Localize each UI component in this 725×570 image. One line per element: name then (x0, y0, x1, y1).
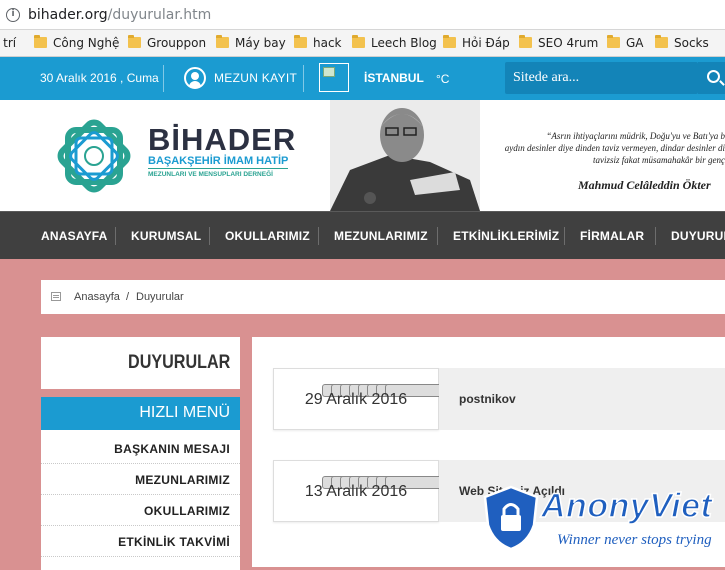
nav-item-etkinliklerimiz[interactable]: ETKİNLİKLERİMİZ (453, 229, 559, 243)
logo-icon[interactable] (46, 108, 142, 204)
bookmark-item[interactable]: i trí (0, 36, 16, 50)
divider (115, 227, 116, 245)
nav-item-mezunlarimiz[interactable]: MEZUNLARIMIZ (334, 229, 428, 243)
breadcrumb-home[interactable]: Anasayfa (74, 291, 120, 303)
folder-icon (34, 35, 47, 48)
news-date: 13 Aralık 2016 (304, 483, 408, 500)
watermark-title: AnonyViet (540, 486, 713, 526)
weather-image-icon (319, 63, 349, 92)
quote-text: “Asrın ihtiyaçlarını müdrik, Doğu'yu ve … (504, 131, 725, 165)
news-date-card: 29 Aralık 2016 (273, 368, 549, 430)
sidebar-item-baskanin-mesaji[interactable]: BAŞKANIN MESAJI (41, 433, 240, 464)
calendar-rings-icon (322, 362, 549, 397)
home-icon (51, 292, 61, 301)
sidebar-title: DUYURULAR (41, 337, 240, 389)
news-date: 29 Aralık 2016 (304, 391, 408, 408)
bookmark-item[interactable]: Hỏi Đáp (443, 35, 510, 50)
nav-item-duyurular[interactable]: DUYURUL (671, 229, 725, 243)
nav-item-firmalar[interactable]: FİRMALAR (580, 229, 644, 243)
brand-name[interactable]: BİHADER (148, 124, 296, 155)
site-header: BİHADER BAŞAKŞEHİR İMAM HATİP MEZUNLARI … (0, 100, 725, 211)
news-title[interactable]: postnikov (459, 392, 516, 406)
quick-menu-header: HIZLI MENÜ (41, 397, 240, 430)
bookmark-item[interactable]: GA (607, 35, 644, 50)
search-button[interactable] (698, 62, 725, 94)
register-link[interactable]: MEZUN KAYIT (214, 71, 297, 85)
folder-icon (655, 35, 668, 48)
address-bar[interactable]: i bihader.org/duyurular.htm (0, 0, 725, 30)
nav-item-okullarimiz[interactable]: OKULLARIMIZ (225, 229, 310, 243)
brand-subtitle: BAŞAKŞEHİR İMAM HATİP (148, 155, 289, 167)
quote-author: Mahmud Celâleddin Ökter (578, 178, 711, 192)
folder-icon (352, 35, 365, 48)
current-date: 30 Aralık 2016 , Cuma (40, 71, 159, 85)
news-date-card: 13 Aralık 2016 (273, 460, 549, 522)
watermark-subtitle: Winner never stops trying (557, 532, 712, 548)
sidebar-item-okullarimiz[interactable]: OKULLARIMIZ (41, 495, 240, 526)
search-icon (707, 70, 720, 83)
breadcrumb: Anasayfa / Duyurular (41, 280, 725, 314)
search-box (505, 62, 698, 94)
divider (163, 65, 164, 92)
weather-degree: °C (436, 72, 450, 86)
nav-item-anasayfa[interactable]: ANASAYFA (41, 229, 108, 243)
nav-item-kurumsal[interactable]: KURUMSAL (131, 229, 201, 243)
url-path: /duyurular.htm (107, 7, 212, 23)
bookmark-item[interactable]: SEO 4rum (519, 35, 598, 50)
folder-icon (607, 35, 620, 48)
bookmarks-bar: i trí Công Nghệ Grouppon Máy bay hack Le… (0, 30, 725, 57)
url-text[interactable]: bihader.org/duyurular.htm (28, 7, 211, 23)
news-body: postnikov (439, 368, 725, 430)
shield-lock-icon (483, 485, 539, 551)
divider (209, 227, 210, 245)
bookmark-item[interactable]: Máy bay (216, 35, 286, 50)
folder-icon (443, 35, 456, 48)
bookmark-item[interactable]: Công Nghệ (34, 35, 119, 50)
divider (148, 168, 288, 169)
info-icon[interactable]: i (6, 8, 20, 22)
news-item[interactable]: 29 Aralık 2016 postnikov (273, 368, 725, 430)
user-icon[interactable] (184, 67, 206, 89)
calendar-rings-icon (322, 454, 549, 489)
weather-city: İSTANBUL (364, 71, 424, 85)
divider (303, 65, 304, 92)
divider (564, 227, 565, 245)
search-input[interactable] (505, 62, 698, 94)
folder-icon (294, 35, 307, 48)
folder-icon (519, 35, 532, 48)
divider (655, 227, 656, 245)
divider (437, 227, 438, 245)
divider (318, 227, 319, 245)
bookmark-item[interactable]: hack (294, 35, 342, 50)
sidebar-item-mezunlarimiz[interactable]: MEZUNLARIMIZ (41, 464, 240, 495)
breadcrumb-separator: / (126, 291, 130, 303)
sidebar-menu: BAŞKANIN MESAJI MEZUNLARIMIZ OKULLARIMIZ… (41, 430, 240, 570)
bookmark-item[interactable]: Grouppon (128, 35, 206, 50)
url-host: bihader.org (28, 7, 108, 23)
bookmark-item[interactable]: Socks (655, 35, 709, 50)
breadcrumb-current: Duyurular (136, 291, 184, 303)
main-nav: ANASAYFA KURUMSAL OKULLARIMIZ MEZUNLARIM… (0, 211, 725, 259)
folder-icon (216, 35, 229, 48)
folder-icon (128, 35, 141, 48)
bookmark-item[interactable]: Leech Blog (352, 35, 437, 50)
sidebar-item-etkinlik-takvimi[interactable]: ETKİNLİK TAKVİMİ (41, 526, 240, 557)
brand-tagline: MEZUNLARI VE MENSUPLARI DERNEĞİ (148, 171, 273, 178)
